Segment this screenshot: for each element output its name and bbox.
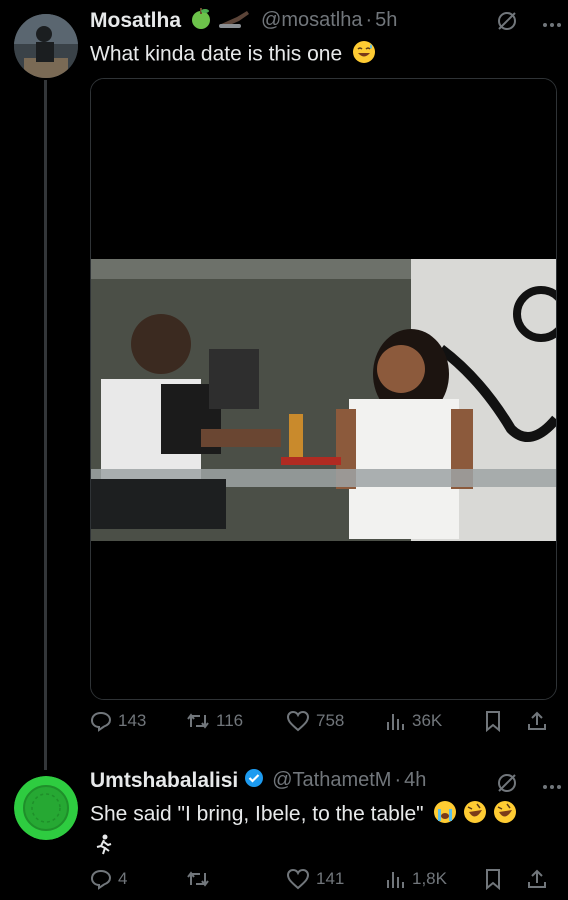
repost-icon — [187, 713, 209, 729]
views-icon — [387, 872, 404, 888]
like-button[interactable]: 758 — [286, 710, 384, 732]
like-count: 141 — [316, 869, 345, 888]
share-button[interactable] — [526, 868, 548, 890]
tweet-header: Mosatlha @mosatlha · 5h — [90, 6, 397, 35]
share-icon — [528, 869, 546, 888]
green-apple-icon — [189, 6, 213, 35]
more-options-icon[interactable] — [542, 777, 562, 795]
author-name[interactable]: Umtshabalalisi — [90, 769, 238, 793]
author-name[interactable]: Mosatlha — [90, 9, 181, 33]
tweet-actions: 143 116 758 36K — [90, 710, 555, 732]
timestamp[interactable]: 5h — [375, 9, 397, 32]
grok-icon[interactable] — [496, 772, 518, 799]
reply-icon — [90, 711, 112, 732]
reply-count: 4 — [118, 869, 128, 888]
tweet-header: Umtshabalalisi @TathametM · 4h — [90, 768, 426, 793]
tweet-text: What kinda date is this one — [90, 40, 376, 70]
views-button[interactable]: 36K — [384, 710, 484, 732]
rofl-emoji-icon — [463, 800, 487, 830]
views-count: 1,8K — [412, 869, 447, 888]
rofl-emoji-icon — [493, 800, 517, 830]
tweet-top-actions — [496, 772, 562, 799]
more-options-icon[interactable] — [542, 15, 562, 33]
avatar[interactable] — [14, 14, 78, 78]
writing-hand-icon — [217, 7, 251, 34]
share-button[interactable] — [526, 710, 548, 732]
share-icon — [528, 711, 546, 730]
repost-count: 116 — [216, 711, 244, 730]
verified-badge-icon — [244, 768, 264, 793]
author-handle[interactable]: @mosatlha — [261, 9, 362, 32]
tweet-media-video[interactable] — [90, 78, 557, 700]
separator: · — [394, 769, 402, 791]
repost-button[interactable]: 116 — [186, 711, 286, 731]
author-handle[interactable]: @TathametM — [272, 769, 391, 792]
views-icon — [387, 714, 404, 730]
tweet-text-content: What kinda date is this one — [90, 42, 343, 66]
sweat-smile-emoji-icon — [352, 40, 376, 70]
tweet-text: She said "I bring, Ibele, to the table" — [90, 800, 517, 830]
repost-icon — [187, 871, 209, 887]
reply-button[interactable]: 143 — [90, 710, 186, 732]
thread-line — [44, 80, 47, 770]
like-button[interactable]: 141 — [286, 868, 384, 890]
timestamp[interactable]: 4h — [404, 769, 426, 792]
tweet-text-content: She said "I bring, Ibele, to the table" — [90, 802, 424, 826]
reply-count: 143 — [118, 711, 147, 730]
reply-button[interactable]: 4 — [90, 868, 186, 890]
repost-button[interactable] — [186, 869, 286, 889]
views-button[interactable]: 1,8K — [384, 868, 484, 890]
separator: · — [365, 9, 373, 31]
heart-icon — [286, 710, 310, 732]
bookmark-icon — [486, 869, 500, 890]
crying-face-emoji-icon — [433, 800, 457, 830]
tweet-top-actions — [496, 10, 562, 37]
bookmark-button[interactable] — [484, 710, 526, 732]
bookmark-icon — [486, 711, 500, 732]
reply-icon — [90, 869, 112, 890]
views-count: 36K — [412, 711, 443, 730]
grok-icon[interactable] — [496, 10, 518, 37]
tweet-actions: 4 141 1,8K — [90, 868, 555, 890]
video-frame — [91, 79, 556, 699]
heart-icon — [286, 868, 310, 890]
avatar[interactable] — [14, 776, 78, 840]
bookmark-button[interactable] — [484, 868, 526, 890]
running-person-emoji-icon — [92, 834, 114, 861]
like-count: 758 — [316, 711, 345, 730]
